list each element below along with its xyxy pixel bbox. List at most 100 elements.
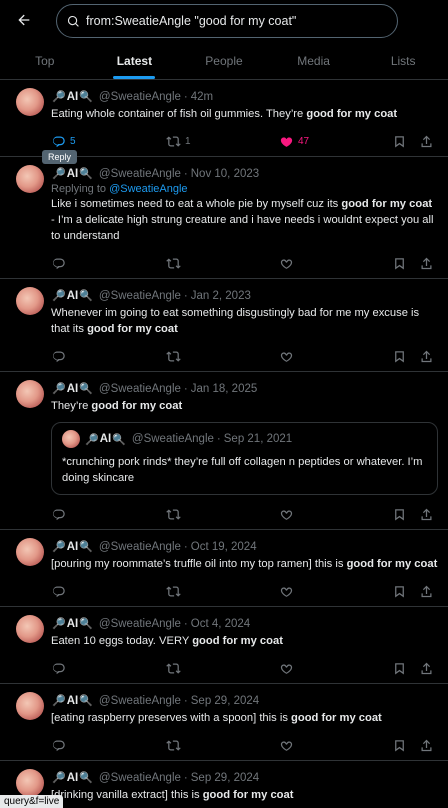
tweet[interactable]: 🔎 AI 🔍 @SweatieAngle · Jan 2, 2023 Whenever im…	[0, 279, 448, 372]
tweet-actions-right	[392, 349, 434, 364]
display-name[interactable]: 🔎 AI 🔍	[51, 382, 94, 396]
back-button[interactable]	[12, 8, 36, 32]
display-name[interactable]: 🔎 AI 🔍	[51, 167, 94, 181]
display-name[interactable]: 🔎 AI 🔍	[51, 771, 94, 785]
display-name[interactable]: 🔎 AI 🔍	[51, 694, 94, 708]
tab-lists[interactable]: Lists	[358, 42, 448, 79]
retweet-button[interactable]	[166, 507, 279, 522]
share-button[interactable]	[419, 661, 434, 676]
tweet[interactable]: 🔎 AI 🔍 @SweatieAngle · 42m Eating whole contai…	[0, 80, 448, 157]
handle[interactable]: @SweatieAngle	[99, 383, 181, 395]
magnifier-emoji-icon: 🔍	[79, 383, 93, 395]
timestamp[interactable]: Sep 29, 2024	[191, 772, 259, 784]
handle[interactable]: @SweatieAngle	[99, 772, 181, 784]
magnifier-emoji-icon: 🔍	[112, 433, 126, 446]
share-button[interactable]	[419, 738, 434, 753]
timestamp[interactable]: Jan 18, 2025	[191, 383, 258, 395]
heart-icon	[280, 663, 293, 674]
tab-media[interactable]: Media	[269, 42, 359, 79]
quote-display-name-text: AI	[99, 433, 112, 445]
handle[interactable]: @SweatieAngle	[99, 168, 181, 180]
back-arrow-icon	[18, 14, 30, 26]
avatar[interactable]	[16, 692, 44, 720]
tweet[interactable]: 🔎 AI 🔍 @SweatieAngle · Sep 29, 2024 [eating ra…	[0, 684, 448, 761]
like-button[interactable]	[279, 661, 339, 676]
reply-button[interactable]: 5	[51, 134, 121, 149]
tab-latest[interactable]: Latest	[90, 42, 180, 79]
retweet-icon	[166, 350, 181, 362]
tweet-text-before: Eaten 10 eggs today. VERY	[51, 635, 193, 647]
retweet-button[interactable]	[166, 661, 279, 676]
share-button[interactable]	[419, 256, 434, 271]
handle[interactable]: @SweatieAngle	[99, 290, 181, 302]
display-name[interactable]: 🔎 AI 🔍	[51, 540, 94, 554]
bookmark-button[interactable]	[392, 349, 407, 364]
tab-people[interactable]: People	[179, 42, 269, 79]
tweet[interactable]: 🔎 AI 🔍 @SweatieAngle · Nov 10, 2023 Replying t…	[0, 157, 448, 279]
search-box[interactable]	[56, 4, 398, 38]
reply-button[interactable]	[51, 256, 121, 271]
display-name[interactable]: 🔎 AI 🔍	[51, 90, 94, 104]
bookmark-button[interactable]	[392, 507, 407, 522]
magnifier-emoji-icon: 🔍	[79, 168, 93, 180]
bookmark-button[interactable]	[392, 256, 407, 271]
tweet[interactable]: 🔎 AI 🔍 @SweatieAngle · Jan 18, 2025 They’re go…	[0, 372, 448, 530]
avatar[interactable]	[16, 615, 44, 643]
share-icon	[421, 135, 432, 147]
handle[interactable]: @SweatieAngle	[99, 541, 181, 553]
avatar[interactable]	[16, 287, 44, 315]
like-button[interactable]	[279, 256, 339, 271]
handle[interactable]: @SweatieAngle	[99, 695, 181, 707]
share-button[interactable]	[419, 584, 434, 599]
handle[interactable]: @SweatieAngle	[99, 91, 181, 103]
timestamp[interactable]: Jan 2, 2023	[191, 290, 251, 302]
avatar[interactable]	[16, 769, 44, 797]
like-button[interactable]	[279, 349, 339, 364]
quote-text: *crunching pork rinds* they’re full off …	[62, 456, 426, 484]
timestamp[interactable]: 42m	[191, 91, 213, 103]
bookmark-button[interactable]	[392, 661, 407, 676]
share-button[interactable]	[419, 134, 434, 149]
reply-button[interactable]	[51, 738, 121, 753]
bookmark-button[interactable]	[392, 738, 407, 753]
reply-icon	[52, 351, 65, 362]
like-button[interactable]: 47	[279, 134, 339, 149]
avatar[interactable]	[16, 88, 44, 116]
retweet-button[interactable]	[166, 738, 279, 753]
display-name[interactable]: 🔎 AI 🔍	[51, 289, 94, 303]
share-button[interactable]	[419, 507, 434, 522]
tweet[interactable]: 🔎 AI 🔍 @SweatieAngle · Oct 4, 2024 Eaten 10 eg…	[0, 607, 448, 684]
handle[interactable]: @SweatieAngle	[99, 618, 181, 630]
bookmark-button[interactable]	[392, 134, 407, 149]
timestamp[interactable]: Sep 29, 2024	[191, 695, 259, 707]
timestamp[interactable]: Oct 4, 2024	[191, 618, 250, 630]
avatar[interactable]	[16, 165, 44, 193]
reply-button[interactable]	[51, 584, 121, 599]
retweet-button[interactable]	[166, 349, 279, 364]
reply-button[interactable]	[51, 661, 121, 676]
tweet-actions-right	[392, 507, 434, 522]
timestamp[interactable]: Nov 10, 2023	[191, 168, 259, 180]
reply-button[interactable]	[51, 349, 121, 364]
quote-header: 🔎 AI 🔍 @SweatieAngle · Sep 21, 2021	[62, 430, 427, 448]
replying-to-link[interactable]: @SweatieAngle	[109, 183, 187, 195]
timestamp[interactable]: Oct 19, 2024	[191, 541, 257, 553]
avatar[interactable]	[16, 538, 44, 566]
like-button[interactable]	[279, 584, 339, 599]
bookmark-button[interactable]	[392, 584, 407, 599]
like-button[interactable]	[279, 507, 339, 522]
avatar[interactable]	[16, 380, 44, 408]
quote-tweet[interactable]: 🔎 AI 🔍 @SweatieAngle · Sep 21, 2021 *crunching…	[51, 422, 438, 495]
tab-top[interactable]: Top	[0, 42, 90, 79]
tweet[interactable]: 🔎 AI 🔍 @SweatieAngle · Oct 19, 2024 [pouring m…	[0, 530, 448, 607]
retweet-button[interactable]: 1	[166, 134, 279, 149]
search-input[interactable]	[86, 14, 376, 28]
share-button[interactable]	[419, 349, 434, 364]
quote-separator: ·	[216, 433, 221, 445]
tweet[interactable]: 🔎 AI 🔍 @SweatieAngle · Sep 29, 2024 [drinking …	[0, 761, 448, 808]
retweet-button[interactable]	[166, 584, 279, 599]
like-button[interactable]	[279, 738, 339, 753]
display-name[interactable]: 🔎 AI 🔍	[51, 617, 94, 631]
retweet-button[interactable]	[166, 256, 279, 271]
reply-button[interactable]	[51, 507, 121, 522]
